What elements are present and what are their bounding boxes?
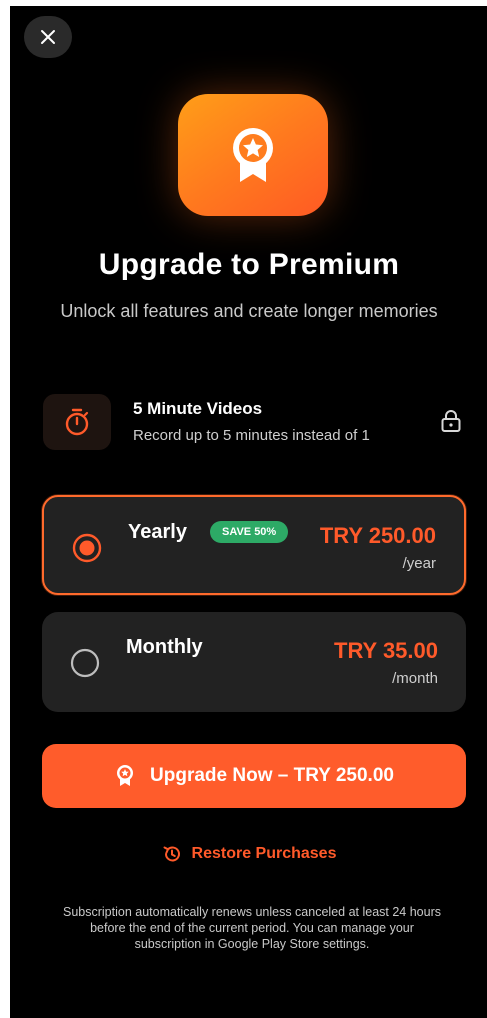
stopwatch-icon	[65, 408, 89, 436]
plan-monthly[interactable]: Monthly TRY 35.00 /month	[42, 612, 466, 712]
plan-name: Monthly	[126, 636, 203, 658]
lock-icon	[441, 410, 461, 432]
plan-price: TRY 35.00	[334, 638, 438, 663]
award-badge-icon	[117, 765, 134, 786]
feature-title: 5 Minute Videos	[133, 399, 263, 418]
plan-name: Yearly	[128, 521, 187, 543]
close-icon	[41, 30, 55, 44]
page-title: Upgrade to Premium	[98, 248, 400, 281]
premium-app-icon	[178, 94, 328, 216]
save-badge: SAVE 50%	[210, 521, 289, 543]
restore-purchases-label: Restore Purchases	[191, 845, 337, 862]
subscription-disclaimer: Subscription automatically renews unless…	[63, 905, 441, 951]
award-badge-icon	[233, 128, 273, 182]
upgrade-now-label: Upgrade Now – TRY 250.00	[150, 765, 394, 786]
restore-purchases-button[interactable]: Restore Purchases	[10, 844, 487, 864]
page-subtitle: Unlock all features and create longer me…	[60, 301, 438, 321]
plan-price: TRY 250.00	[319, 523, 436, 548]
feature-icon-tile	[43, 394, 111, 450]
plan-period: /month	[392, 670, 438, 687]
history-icon	[163, 846, 180, 862]
radio-unselected-icon	[70, 648, 100, 678]
radio-selected-icon	[72, 533, 102, 563]
upgrade-now-button[interactable]: Upgrade Now – TRY 250.00	[42, 744, 466, 808]
plan-yearly[interactable]: Yearly SAVE 50% TRY 250.00 /year	[42, 495, 466, 595]
feature-description: Record up to 5 minutes instead of 1	[133, 427, 370, 444]
paywall-screen: Upgrade to Premium Unlock all features a…	[10, 6, 487, 1018]
close-button[interactable]	[24, 16, 72, 58]
plan-period: /year	[402, 555, 436, 572]
